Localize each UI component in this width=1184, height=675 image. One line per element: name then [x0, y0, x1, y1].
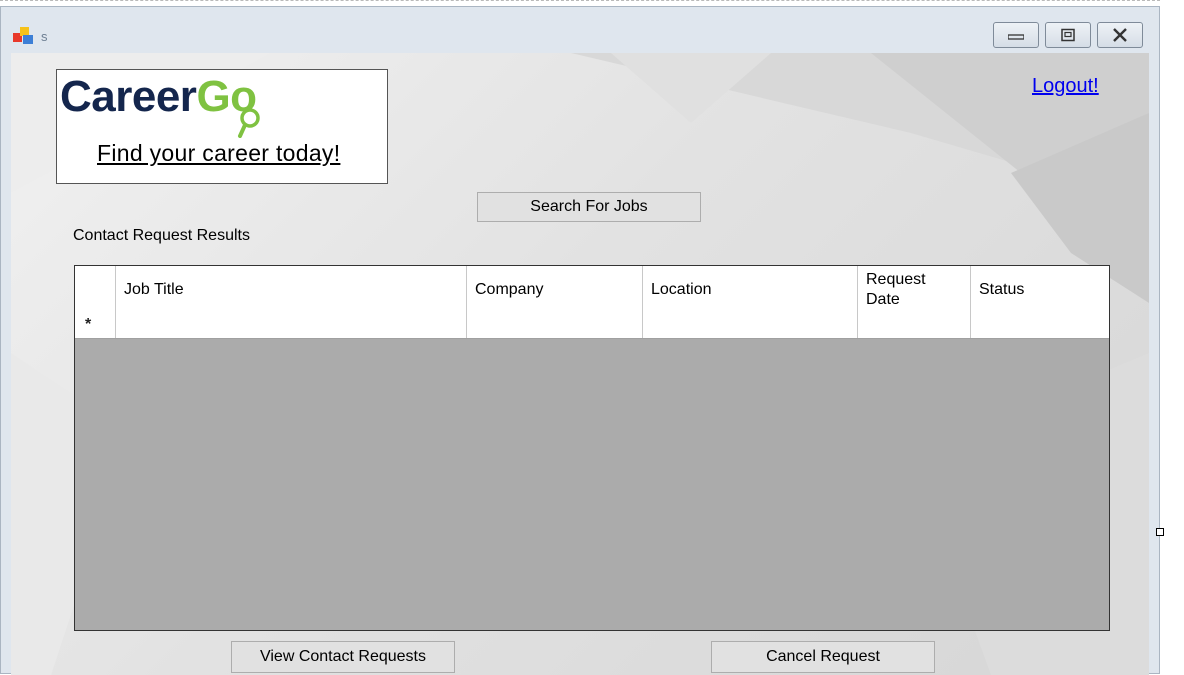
minimize-icon	[1008, 34, 1024, 40]
row-header[interactable]: *	[75, 314, 116, 338]
cell-company[interactable]	[467, 314, 643, 338]
brand-logo: CareerGo	[60, 72, 257, 122]
window-title: s	[41, 29, 48, 44]
app-window: s CareerGo Find your career today! Logou…	[0, 6, 1160, 675]
column-header-company[interactable]: Company	[467, 266, 643, 314]
column-header-status[interactable]: Status	[971, 266, 1109, 314]
column-label: Status	[979, 281, 1025, 298]
resize-handle[interactable]	[1156, 528, 1164, 536]
logo-panel: CareerGo Find your career today!	[56, 69, 388, 184]
maximize-button[interactable]	[1045, 22, 1091, 48]
cancel-request-button[interactable]: Cancel Request	[711, 641, 935, 673]
cell-request-date[interactable]	[858, 314, 971, 338]
minimize-button[interactable]	[993, 22, 1039, 48]
view-contact-requests-button[interactable]: View Contact Requests	[231, 641, 455, 673]
restore-icon	[1061, 28, 1075, 42]
cell-job-title[interactable]	[116, 314, 467, 338]
grid-header: Job Title Company Location Request Date …	[75, 266, 1109, 315]
form-client-area: CareerGo Find your career today! Logout!…	[11, 53, 1149, 675]
column-header-location[interactable]: Location	[643, 266, 858, 314]
new-row[interactable]: *	[75, 314, 1109, 339]
column-header-request-date[interactable]: Request Date	[858, 266, 971, 314]
cell-status[interactable]	[971, 314, 1109, 338]
results-title: Contact Request Results	[73, 227, 250, 244]
logout-link[interactable]: Logout!	[1032, 75, 1099, 98]
tagline: Find your career today!	[97, 140, 341, 166]
brand-name-part1: Career	[60, 72, 197, 121]
magnifier-icon	[238, 108, 260, 138]
app-icon	[13, 27, 35, 47]
column-label: Company	[475, 281, 544, 298]
close-icon	[1113, 28, 1127, 42]
column-label: Request Date	[866, 271, 926, 308]
new-row-marker: *	[85, 316, 92, 333]
row-header-corner	[75, 266, 116, 314]
title-bar: s	[1, 7, 1159, 53]
column-label: Job Title	[124, 281, 184, 298]
contact-requests-grid[interactable]: Job Title Company Location Request Date …	[74, 265, 1110, 631]
cell-location[interactable]	[643, 314, 858, 338]
search-jobs-button[interactable]: Search For Jobs	[477, 192, 701, 222]
column-header-job-title[interactable]: Job Title	[116, 266, 467, 314]
close-button[interactable]	[1097, 22, 1143, 48]
column-label: Location	[651, 281, 712, 298]
